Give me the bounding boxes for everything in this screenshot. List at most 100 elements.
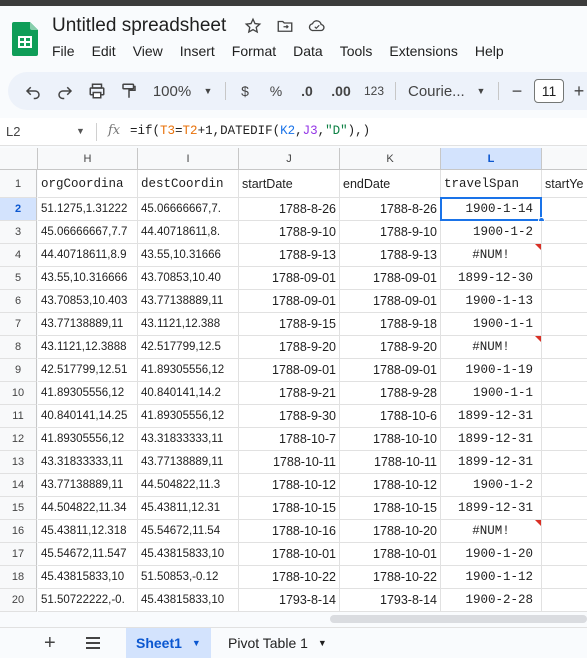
- table-cell[interactable]: [542, 267, 587, 290]
- table-cell[interactable]: 1899-12-31: [441, 428, 542, 451]
- table-cell[interactable]: 42.517799,12.51: [38, 359, 138, 382]
- table-cell[interactable]: 51.50853,-0.12: [138, 566, 239, 589]
- table-cell[interactable]: 1788-10-11: [340, 451, 441, 474]
- table-cell[interactable]: [542, 382, 587, 405]
- table-cell[interactable]: 42.517799,12.5: [138, 336, 239, 359]
- name-box[interactable]: L2: [6, 124, 20, 139]
- table-cell[interactable]: 1788-10-15: [239, 497, 340, 520]
- zoom-chevron-down-icon[interactable]: ▼: [200, 72, 216, 110]
- table-cell[interactable]: 44.504822,11.34: [38, 497, 138, 520]
- table-cell[interactable]: 1788-9-20: [239, 336, 340, 359]
- table-cell[interactable]: 43.77138889,11: [38, 474, 138, 497]
- table-cell[interactable]: 1793-8-14: [340, 589, 441, 612]
- menu-file[interactable]: File: [52, 43, 84, 59]
- row-header-1[interactable]: 1: [0, 170, 37, 198]
- row-header-5[interactable]: 5: [0, 267, 37, 290]
- row-header-18[interactable]: 18: [0, 566, 37, 589]
- error-indicator-icon[interactable]: [535, 520, 541, 526]
- table-cell[interactable]: 43.70853,10.40: [138, 267, 239, 290]
- add-sheet-button[interactable]: +: [44, 632, 56, 655]
- row-header-13[interactable]: 13: [0, 451, 37, 474]
- table-cell[interactable]: 44.40718611,8.: [138, 221, 239, 244]
- table-cell[interactable]: 1899-12-30: [441, 267, 542, 290]
- table-cell[interactable]: 1900-1-2: [441, 474, 542, 497]
- table-cell[interactable]: 1788-9-10: [239, 221, 340, 244]
- sheets-logo-icon[interactable]: [12, 22, 38, 56]
- table-cell[interactable]: 51.1275,1.31222: [38, 198, 138, 221]
- table-cell[interactable]: [542, 336, 587, 359]
- table-cell[interactable]: 43.31833333,11: [138, 428, 239, 451]
- table-cell[interactable]: 43.31833333,11: [38, 451, 138, 474]
- percent-format-button[interactable]: %: [266, 72, 286, 110]
- table-cell[interactable]: 45.54672,11.54: [138, 520, 239, 543]
- table-cell[interactable]: 1900-1-1: [441, 313, 542, 336]
- table-cell[interactable]: 1788-09-01: [340, 290, 441, 313]
- row-header-11[interactable]: 11: [0, 405, 37, 428]
- table-cell[interactable]: 51.50722222,-0.: [38, 589, 138, 612]
- column-header-j[interactable]: J: [239, 148, 340, 170]
- table-cell[interactable]: 1788-09-01: [239, 267, 340, 290]
- error-indicator-icon[interactable]: [535, 336, 541, 342]
- row-header-10[interactable]: 10: [0, 382, 37, 405]
- table-cell[interactable]: 1788-10-10: [340, 428, 441, 451]
- print-icon[interactable]: [84, 72, 110, 110]
- row-header-7[interactable]: 7: [0, 313, 37, 336]
- table-cell[interactable]: #NUM!: [441, 520, 542, 543]
- horizontal-scrollbar[interactable]: [330, 615, 587, 623]
- menu-extensions[interactable]: Extensions: [389, 43, 466, 59]
- table-cell[interactable]: 1788-8-26: [239, 198, 340, 221]
- menu-tools[interactable]: Tools: [340, 43, 382, 59]
- table-cell[interactable]: 45.43815833,10: [38, 566, 138, 589]
- table-cell[interactable]: 1788-9-13: [239, 244, 340, 267]
- table-cell[interactable]: 1900-1-20: [441, 543, 542, 566]
- table-cell[interactable]: 1793-8-14: [239, 589, 340, 612]
- table-cell[interactable]: [542, 497, 587, 520]
- decrease-font-size-button[interactable]: −: [508, 72, 526, 110]
- row-header-16[interactable]: 16: [0, 520, 37, 543]
- table-cell[interactable]: 40.840141,14.2: [138, 382, 239, 405]
- row-header-2[interactable]: 2: [0, 198, 37, 221]
- name-box-chevron-down-icon[interactable]: ▼: [76, 126, 85, 136]
- error-indicator-icon[interactable]: [535, 244, 541, 250]
- table-cell[interactable]: 1900-1-19: [441, 359, 542, 382]
- menu-insert[interactable]: Insert: [180, 43, 224, 59]
- table-cell[interactable]: 1788-10-22: [239, 566, 340, 589]
- table-cell[interactable]: 45.06666667,7.7: [38, 221, 138, 244]
- column-header-i[interactable]: I: [138, 148, 239, 170]
- column-header-l[interactable]: L: [441, 148, 542, 170]
- table-cell[interactable]: 1899-12-31: [441, 451, 542, 474]
- redo-icon[interactable]: [52, 72, 78, 110]
- table-cell[interactable]: 1788-9-13: [340, 244, 441, 267]
- tab-pivot-table-1[interactable]: Pivot Table 1 ▼: [218, 628, 337, 658]
- row-header-6[interactable]: 6: [0, 290, 37, 313]
- table-cell[interactable]: 1788-09-01: [340, 359, 441, 382]
- row-header-14[interactable]: 14: [0, 474, 37, 497]
- row-header-9[interactable]: 9: [0, 359, 37, 382]
- tab-chevron-down-icon[interactable]: ▼: [318, 638, 327, 648]
- select-all-corner[interactable]: [0, 148, 38, 170]
- menu-data[interactable]: Data: [293, 43, 332, 59]
- cloud-saved-icon[interactable]: [306, 15, 328, 37]
- formula-input[interactable]: =if(T3=T2+1,DATEDIF(K2,J3,"D"),): [130, 124, 370, 138]
- table-cell[interactable]: [542, 451, 587, 474]
- table-cell[interactable]: [542, 198, 587, 221]
- table-cell[interactable]: 1788-9-20: [340, 336, 441, 359]
- undo-icon[interactable]: [20, 72, 46, 110]
- header-cell[interactable]: orgCoordina: [38, 170, 138, 198]
- menu-format[interactable]: Format: [232, 43, 285, 59]
- table-cell[interactable]: 1788-8-26: [340, 198, 441, 221]
- table-cell[interactable]: 43.1121,12.3888: [38, 336, 138, 359]
- menu-help[interactable]: Help: [475, 43, 513, 59]
- table-cell[interactable]: 1900-1-13: [441, 290, 542, 313]
- decrease-decimal-button[interactable]: .0: [296, 72, 318, 110]
- increase-font-size-button[interactable]: +: [570, 72, 587, 110]
- table-cell[interactable]: 1900-1-2: [441, 221, 542, 244]
- header-cell[interactable]: travelSpan: [441, 170, 542, 198]
- table-cell[interactable]: 40.840141,14.25: [38, 405, 138, 428]
- table-cell[interactable]: 45.43815833,10: [138, 543, 239, 566]
- table-cell[interactable]: [542, 566, 587, 589]
- row-header-8[interactable]: 8: [0, 336, 37, 359]
- move-folder-icon[interactable]: [274, 15, 296, 37]
- table-cell[interactable]: [542, 589, 587, 612]
- table-cell[interactable]: 1788-10-12: [340, 474, 441, 497]
